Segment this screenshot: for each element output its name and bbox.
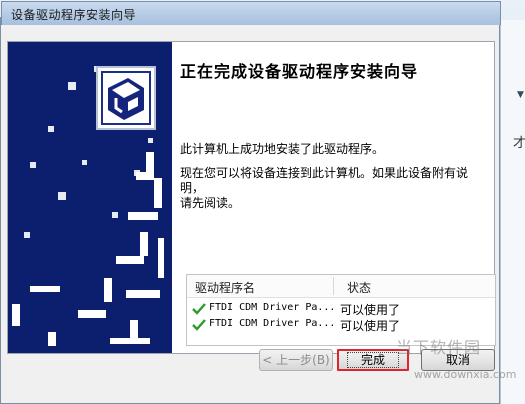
watermark-logo: 当下软件园 [396, 338, 482, 357]
instruction-message: 现在您可以将设备连接到此计算机。如果此设备附有说明， 请先阅读。 [180, 166, 490, 211]
window-title: 设备驱动程序安装向导 [11, 8, 137, 22]
driver-row[interactable]: FTDI CDM Driver Pa... 可以使用了 [187, 317, 495, 333]
instruction-line-1: 现在您可以将设备连接到此计算机。如果此设备附有说明， [180, 166, 469, 195]
finish-button-label: 完成 [347, 352, 399, 368]
watermark: 当下软件园 www.downxia.com [396, 334, 524, 404]
driver-list-header: 驱动程序名 状态 [187, 275, 495, 298]
background-text: 才 [513, 136, 525, 151]
column-header-driver-name[interactable]: 驱动程序名 [195, 279, 255, 296]
watermark-url: www.downxia.com [414, 368, 517, 381]
driver-name: FTDI CDM Driver Pa... [209, 318, 336, 329]
instruction-line-2: 请先阅读。 [180, 196, 241, 210]
wizard-content: 正在完成设备驱动程序安装向导 此计算机上成功地安装了此驱动程序。 现在您可以将设… [7, 41, 496, 354]
column-header-status[interactable]: 状态 [347, 279, 371, 296]
driver-row[interactable]: FTDI CDM Driver Pa... 可以使用了 [187, 301, 495, 317]
driver-status: 可以使用了 [340, 319, 401, 333]
back-button[interactable]: < 上一步(B) [259, 349, 333, 371]
title-bar[interactable]: 设备驱动程序安装向导 [1, 1, 501, 25]
wizard-heading: 正在完成设备驱动程序安装向导 [180, 62, 419, 81]
driver-name: FTDI CDM Driver Pa... [209, 302, 336, 313]
check-icon [191, 317, 207, 336]
success-message: 此计算机上成功地安装了此驱动程序。 [180, 142, 385, 156]
device-install-icon [96, 66, 156, 130]
driver-status: 可以使用了 [340, 303, 401, 317]
dropdown-arrow-icon: ▼ [517, 90, 524, 100]
desktop: ▼ 才 设备驱动程序安装向导 正在完成设备驱动程序安装向导 此计算机上成功地安装… [0, 0, 525, 404]
column-divider[interactable] [333, 277, 334, 295]
